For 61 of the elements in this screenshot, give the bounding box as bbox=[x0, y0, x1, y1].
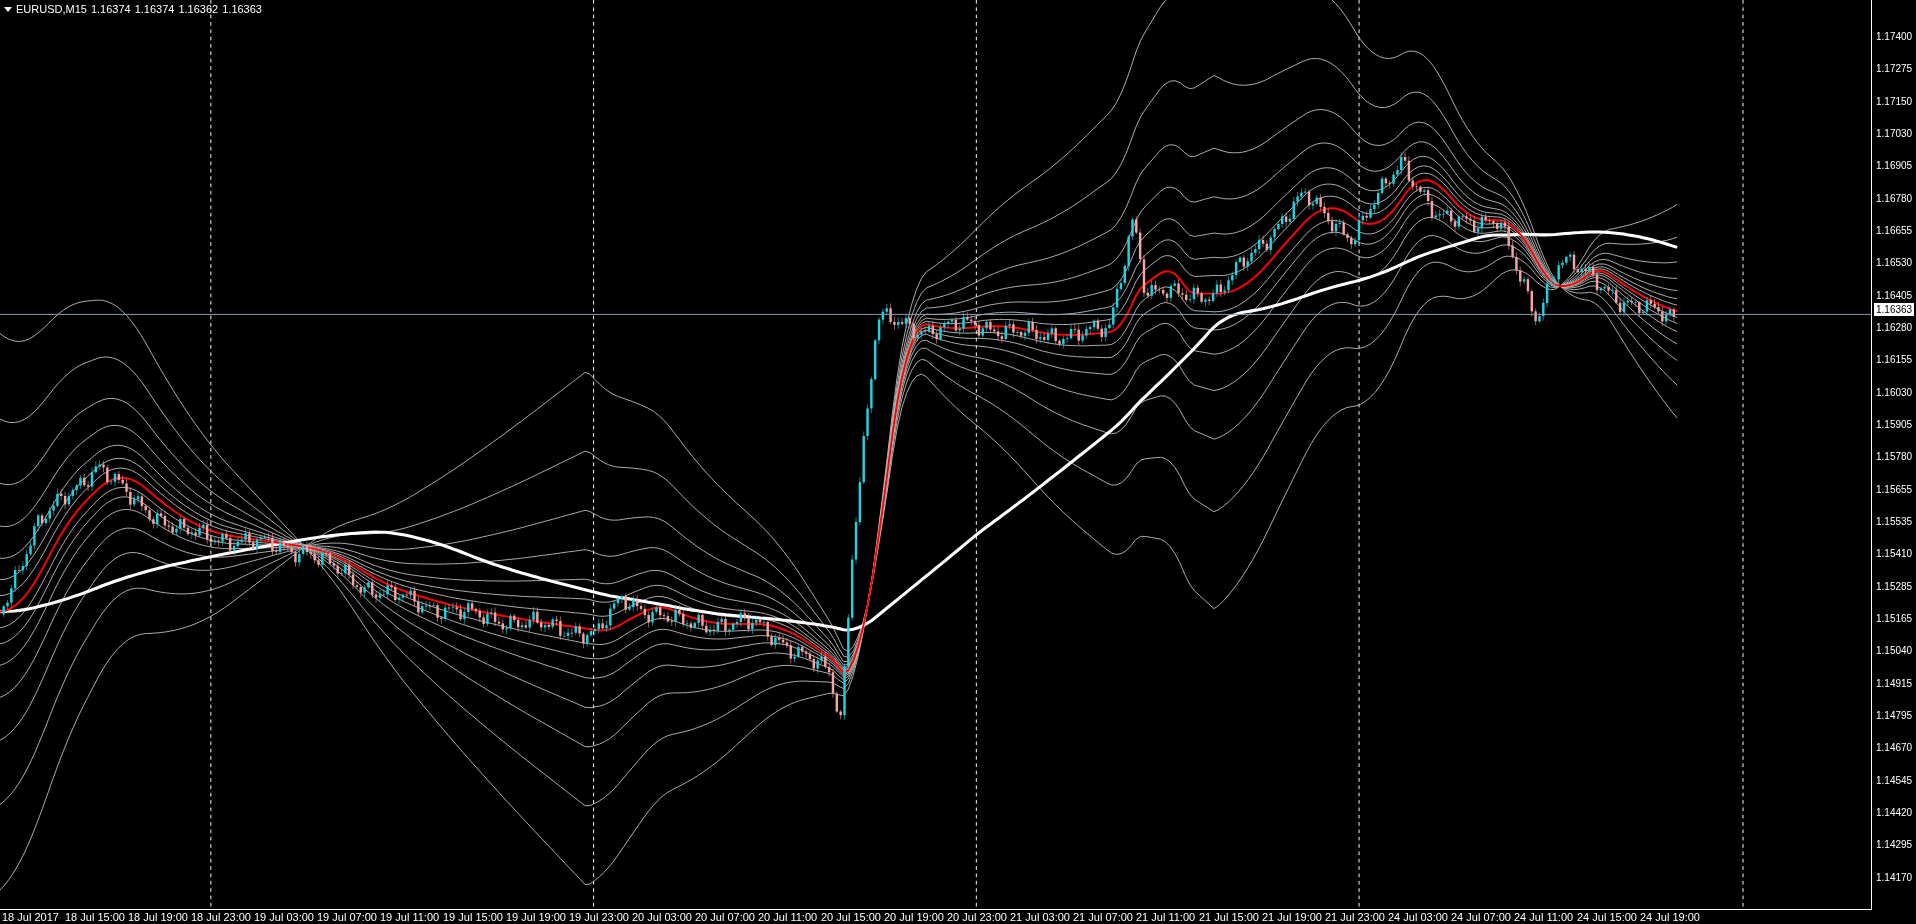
time-label: 18 Jul 15:00 bbox=[65, 910, 126, 924]
time-label: 21 Jul 07:00 bbox=[1073, 910, 1134, 924]
time-label: 18 Jul 23:00 bbox=[191, 910, 252, 924]
time-label: 20 Jul 15:00 bbox=[821, 910, 882, 924]
price-label: 1.16780 bbox=[1876, 192, 1913, 205]
time-label: 21 Jul 19:00 bbox=[1262, 910, 1323, 924]
price-label: 1.14420 bbox=[1876, 806, 1913, 819]
time-label: 24 Jul 03:00 bbox=[1388, 910, 1449, 924]
price-label: 1.14795 bbox=[1876, 709, 1913, 722]
price-label: 1.15780 bbox=[1876, 451, 1913, 464]
time-label: 21 Jul 11:00 bbox=[1136, 910, 1197, 924]
time-label: 24 Jul 11:00 bbox=[1514, 910, 1575, 924]
price-label: 1.17150 bbox=[1876, 95, 1913, 108]
price-label: 1.16530 bbox=[1876, 257, 1913, 270]
time-label: 21 Jul 23:00 bbox=[1325, 910, 1386, 924]
dropdown-triangle-icon[interactable] bbox=[4, 6, 12, 12]
time-label: 18 Jul 2017 bbox=[2, 910, 60, 924]
quote-value: 1.16374 bbox=[134, 2, 175, 16]
quote-value: 1.16363 bbox=[222, 2, 262, 16]
price-label: 1.17275 bbox=[1876, 63, 1913, 76]
price-label: 1.14545 bbox=[1876, 774, 1913, 787]
current-price-label: 1.16363 bbox=[1874, 303, 1915, 316]
time-label: 24 Jul 07:00 bbox=[1451, 910, 1512, 924]
chart-symbol: EURUSD,M15 bbox=[16, 2, 87, 16]
price-label: 1.17030 bbox=[1876, 128, 1913, 140]
time-label: 19 Jul 07:00 bbox=[317, 910, 378, 924]
time-label: 19 Jul 11:00 bbox=[380, 910, 441, 924]
price-label: 1.15285 bbox=[1876, 580, 1913, 593]
price-label: 1.16155 bbox=[1876, 354, 1913, 367]
price-label: 1.15165 bbox=[1876, 612, 1913, 625]
price-label: 1.16030 bbox=[1876, 386, 1913, 399]
price-label: 1.16655 bbox=[1876, 224, 1913, 237]
price-label: 1.16280 bbox=[1876, 321, 1913, 334]
time-label: 18 Jul 19:00 bbox=[128, 910, 189, 924]
time-label: 19 Jul 03:00 bbox=[254, 910, 315, 924]
time-label: 24 Jul 19:00 bbox=[1640, 910, 1701, 924]
price-label: 1.16405 bbox=[1876, 289, 1913, 302]
time-label: 19 Jul 23:00 bbox=[569, 910, 630, 924]
time-label: 20 Jul 19:00 bbox=[884, 910, 945, 924]
time-label: 20 Jul 11:00 bbox=[758, 910, 819, 924]
price-label: 1.17400 bbox=[1876, 31, 1913, 43]
time-label: 21 Jul 03:00 bbox=[1010, 910, 1071, 924]
time-label: 19 Jul 15:00 bbox=[443, 910, 504, 924]
time-label: 20 Jul 07:00 bbox=[695, 910, 756, 924]
price-label: 1.15655 bbox=[1876, 483, 1913, 496]
price-label: 1.14915 bbox=[1876, 677, 1913, 690]
price-label: 1.16905 bbox=[1876, 160, 1913, 173]
quote-value: 1.16362 bbox=[178, 2, 219, 16]
time-label: 21 Jul 15:00 bbox=[1199, 910, 1260, 924]
time-label: 20 Jul 23:00 bbox=[947, 910, 1008, 924]
price-label: 1.15410 bbox=[1876, 548, 1913, 561]
time-label: 20 Jul 03:00 bbox=[632, 910, 693, 924]
price-label: 1.14295 bbox=[1876, 839, 1913, 852]
time-label: 24 Jul 15:00 bbox=[1577, 910, 1638, 924]
price-label: 1.15040 bbox=[1876, 645, 1913, 658]
price-label: 1.15535 bbox=[1876, 515, 1913, 528]
quote-value: 1.16374 bbox=[90, 2, 131, 16]
time-label: 19 Jul 19:00 bbox=[506, 910, 567, 924]
price-label: 1.14670 bbox=[1876, 742, 1913, 755]
price-label: 1.15905 bbox=[1876, 418, 1913, 431]
price-label: 1.14170 bbox=[1876, 871, 1913, 884]
